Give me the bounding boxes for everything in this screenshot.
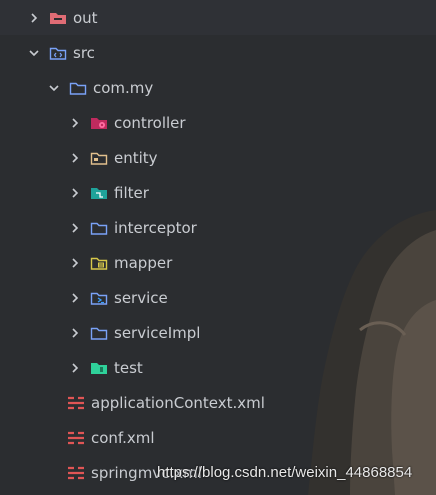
- chevron-down-icon[interactable]: [27, 46, 41, 60]
- chevron-right-icon[interactable]: [68, 256, 82, 270]
- test-folder-icon: [90, 360, 108, 376]
- tree-item-label: mapper: [114, 253, 173, 272]
- folder-icon: [90, 220, 108, 236]
- filter-folder-icon: [90, 185, 108, 201]
- chevron-right-icon[interactable]: [68, 116, 82, 130]
- tree-item-mapper[interactable]: mapper: [0, 245, 436, 280]
- tree-item-applicationcontext-xml[interactable]: applicationContext.xml: [0, 385, 436, 420]
- tree-item-label: service: [114, 288, 168, 307]
- chevron-right-icon[interactable]: [68, 151, 82, 165]
- chevron-right-icon[interactable]: [68, 186, 82, 200]
- tree-item-serviceimpl[interactable]: serviceImpl: [0, 315, 436, 350]
- tree-item-interceptor[interactable]: interceptor: [0, 210, 436, 245]
- mapper-folder-icon: [90, 255, 108, 271]
- tree-item-label: serviceImpl: [114, 323, 201, 342]
- tree-item-filter[interactable]: filter: [0, 175, 436, 210]
- xml-file-icon: [67, 465, 85, 481]
- tree-item-entity[interactable]: entity: [0, 140, 436, 175]
- service-folder-icon: [90, 290, 108, 306]
- xml-file-icon: [67, 430, 85, 446]
- tree-item-service[interactable]: service: [0, 280, 436, 315]
- tree-item-label: conf.xml: [91, 428, 155, 447]
- excluded-folder-icon: [49, 10, 67, 26]
- tree-item-controller[interactable]: controller: [0, 105, 436, 140]
- chevron-right-icon[interactable]: [68, 326, 82, 340]
- tree-item-src[interactable]: src: [0, 35, 436, 70]
- watermark-text: https://blog.csdn.net/weixin_44868854: [157, 464, 413, 481]
- tree-item-out[interactable]: out: [0, 0, 436, 35]
- tree-item-label: controller: [114, 113, 186, 132]
- tree-item-label: src: [73, 43, 95, 62]
- source-folder-icon: [49, 45, 67, 61]
- tree-item-label: filter: [114, 183, 149, 202]
- chevron-right-icon[interactable]: [27, 11, 41, 25]
- tree-item-label: entity: [114, 148, 158, 167]
- tree-item-label: out: [73, 8, 98, 27]
- folder-icon: [90, 325, 108, 341]
- entity-folder-icon: [90, 150, 108, 166]
- tree-item-test[interactable]: test: [0, 350, 436, 385]
- controller-folder-icon: [90, 115, 108, 131]
- chevron-down-icon[interactable]: [47, 81, 61, 95]
- chevron-right-icon[interactable]: [68, 291, 82, 305]
- chevron-right-icon[interactable]: [68, 221, 82, 235]
- tree-item-label: com.my: [93, 78, 154, 97]
- xml-file-icon: [67, 395, 85, 411]
- tree-item-conf-xml[interactable]: conf.xml: [0, 420, 436, 455]
- chevron-right-icon[interactable]: [68, 361, 82, 375]
- tree-item-com-my[interactable]: com.my: [0, 70, 436, 105]
- tree-item-label: test: [114, 358, 143, 377]
- package-folder-icon: [69, 80, 87, 96]
- tree-item-label: applicationContext.xml: [91, 393, 265, 412]
- tree-item-label: interceptor: [114, 218, 197, 237]
